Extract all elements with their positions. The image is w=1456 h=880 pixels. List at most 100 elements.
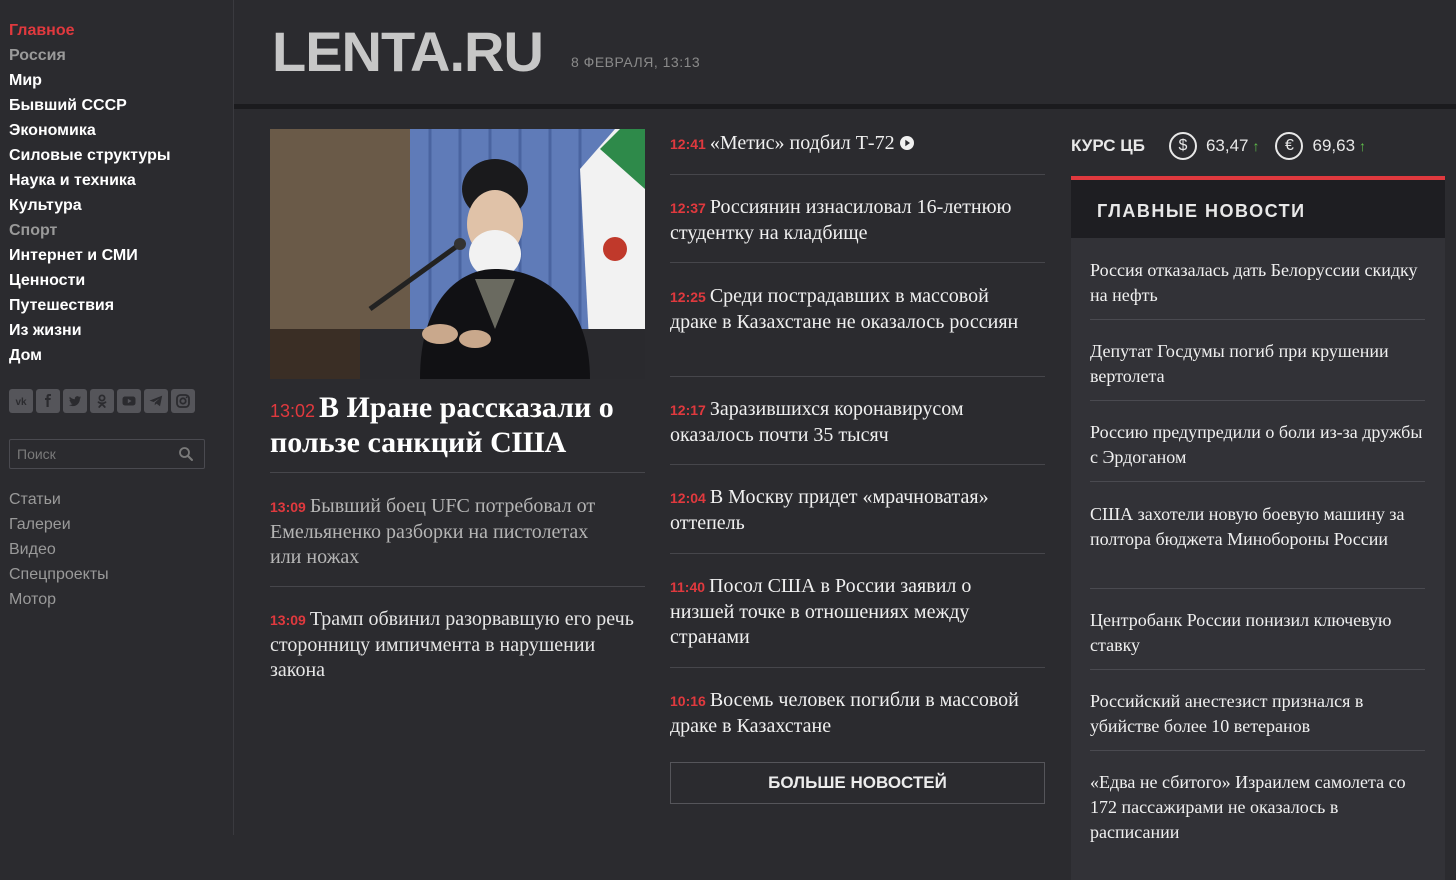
dollar-icon: $ <box>1168 132 1197 160</box>
lead-story-title: В Иране рассказали о пользе санкций США <box>270 391 614 459</box>
story-time: 13:09 <box>270 612 306 628</box>
news-feed-item[interactable]: 12:41 «Метис» подбил Т-72 <box>670 131 1030 157</box>
divider <box>670 553 1045 554</box>
nav-item-world[interactable]: Мир <box>9 68 171 93</box>
svg-text:vk: vk <box>15 397 27 408</box>
top-news-item[interactable]: Россия отказалась дать Белоруссии скидку… <box>1090 258 1425 308</box>
arrow-up-icon: ↑ <box>1359 138 1367 154</box>
news-time: 11:40 <box>670 579 706 595</box>
news-feed-item[interactable]: 11:40 Посол США в России заявил о низшей … <box>670 574 1030 650</box>
story-item[interactable]: 13:09 Бывший боец UFC потребовал от Емель… <box>270 494 615 570</box>
news-time: 12:41 <box>670 136 706 152</box>
eur-rate[interactable]: € 69,63 ↑ <box>1275 132 1366 160</box>
news-time: 10:16 <box>670 693 706 709</box>
instagram-icon[interactable] <box>171 389 195 413</box>
more-news-button[interactable]: БОЛЬШЕ НОВОСТЕЙ <box>670 762 1045 804</box>
usd-value: 63,47 <box>1205 136 1249 155</box>
news-feed-item[interactable]: 12:25 Среди пострадавших в массовой драке… <box>670 284 1030 335</box>
nav-item-sport[interactable]: Спорт <box>9 218 171 243</box>
top-news-panel: ГЛАВНЫЕ НОВОСТИ Россия отказалась дать Б… <box>1071 176 1445 880</box>
story-title: Трамп обвинил разорвавшую его речь сторо… <box>270 608 634 681</box>
news-time: 12:17 <box>670 402 706 418</box>
divider <box>670 376 1045 377</box>
divider <box>1090 588 1425 589</box>
news-title: Среди пострадавших в массовой драке в Ка… <box>670 285 1019 333</box>
top-news-item[interactable]: «Едва не сбитого» Израилем самолета со 1… <box>1090 770 1425 845</box>
divider <box>670 174 1045 175</box>
divider <box>1090 400 1425 401</box>
divider <box>270 586 645 587</box>
news-time: 12:25 <box>670 289 706 305</box>
sublink-galleries[interactable]: Галереи <box>9 512 109 537</box>
top-news-heading: ГЛАВНЫЕ НОВОСТИ <box>1071 180 1445 238</box>
news-feed-item[interactable]: 12:04 В Москву придет «мрачноватая» оттеп… <box>670 485 1030 536</box>
site-header: LENTA.RU 8 ФЕВРАЛЯ, 13:13 <box>234 0 1456 109</box>
video-play-icon <box>899 136 914 150</box>
euro-icon: € <box>1275 132 1304 160</box>
search-box <box>9 439 205 469</box>
top-news-item[interactable]: Центробанк России понизил ключевую ставк… <box>1090 608 1425 658</box>
telegram-icon[interactable] <box>144 389 168 413</box>
youtube-icon[interactable] <box>117 389 141 413</box>
divider <box>1090 750 1425 751</box>
nav-item-home[interactable]: Дом <box>9 343 171 368</box>
sublink-video[interactable]: Видео <box>9 537 109 562</box>
divider <box>670 464 1045 465</box>
top-news-item[interactable]: Россию предупредили о боли из-за дружбы … <box>1090 420 1425 470</box>
nav-item-security[interactable]: Силовые структуры <box>9 143 171 168</box>
news-title: Посол США в России заявил о низшей точке… <box>670 575 972 648</box>
header-date: 8 ФЕВРАЛЯ, 13:13 <box>571 54 701 70</box>
site-logo[interactable]: LENTA.RU <box>272 20 544 84</box>
news-feed-item[interactable]: 12:37 Россиянин изнасиловал 16-летнюю сту… <box>670 195 1030 246</box>
facebook-icon[interactable] <box>36 389 60 413</box>
divider <box>1090 319 1425 320</box>
vk-icon[interactable]: vk <box>9 389 33 413</box>
nav-item-science[interactable]: Наука и техника <box>9 168 171 193</box>
lead-story-photo[interactable] <box>270 129 645 379</box>
secondary-nav: Статьи Галереи Видео Спецпроекты Мотор <box>9 487 109 612</box>
nav-item-economy[interactable]: Экономика <box>9 118 171 143</box>
news-feed-item[interactable]: 10:16 Восемь человек погибли в массовой д… <box>670 688 1030 739</box>
nav-item-former-ussr[interactable]: Бывший СССР <box>9 93 171 118</box>
nav-item-russia[interactable]: Россия <box>9 43 171 68</box>
story-title: Бывший боец UFC потребовал от Емельяненк… <box>270 495 596 568</box>
lead-story-headline[interactable]: 13:02 В Иране рассказали о пользе санкций… <box>270 392 650 458</box>
currency-rates: КУРС ЦБ $ 63,47 ↑ € 69,63 ↑ <box>1071 130 1382 162</box>
news-time: 12:37 <box>670 200 706 216</box>
nav-item-travel[interactable]: Путешествия <box>9 293 171 318</box>
story-item[interactable]: 13:09 Трамп обвинил разорвавшую его речь … <box>270 607 640 683</box>
divider <box>670 667 1045 668</box>
nav-item-internet[interactable]: Интернет и СМИ <box>9 243 171 268</box>
arrow-up-icon: ↑ <box>1252 138 1260 154</box>
rates-label: КУРС ЦБ <box>1071 136 1145 155</box>
divider <box>670 262 1045 263</box>
nav-item-values[interactable]: Ценности <box>9 268 171 293</box>
top-news-item[interactable]: Депутат Госдумы погиб при крушении верто… <box>1090 339 1425 389</box>
sublink-motor[interactable]: Мотор <box>9 587 109 612</box>
eur-value: 69,63 <box>1312 136 1356 155</box>
news-title: Заразившихся коронавирусом оказалось поч… <box>670 398 964 446</box>
search-input[interactable] <box>10 440 182 468</box>
nav-item-main[interactable]: Главное <box>9 18 171 43</box>
top-news-item[interactable]: США захотели новую боевую машину за полт… <box>1090 502 1425 552</box>
twitter-icon[interactable] <box>63 389 87 413</box>
nav-item-life[interactable]: Из жизни <box>9 318 171 343</box>
news-title: Россиянин изнасиловал 16-летнюю студентк… <box>670 196 1012 244</box>
odnoklassniki-icon[interactable] <box>90 389 114 413</box>
sublink-specprojects[interactable]: Спецпроекты <box>9 562 109 587</box>
social-links: vk <box>9 389 195 413</box>
main-nav: Главное Россия Мир Бывший СССР Экономика… <box>9 18 171 368</box>
news-feed-item[interactable]: 12:17 Заразившихся коронавирусом оказалос… <box>670 397 1030 448</box>
news-title: В Москву придет «мрачноватая» оттепель <box>670 486 989 534</box>
divider <box>1090 669 1425 670</box>
sidebar: Главное Россия Мир Бывший СССР Экономика… <box>0 0 234 835</box>
story-time: 13:09 <box>270 499 306 515</box>
top-news-item[interactable]: Российский анестезист признался в убийст… <box>1090 689 1425 739</box>
nav-item-culture[interactable]: Культура <box>9 193 171 218</box>
search-icon[interactable] <box>178 446 194 462</box>
sublink-articles[interactable]: Статьи <box>9 487 109 512</box>
divider <box>270 472 645 473</box>
divider <box>1090 481 1425 482</box>
lead-story-time: 13:02 <box>270 401 316 421</box>
usd-rate[interactable]: $ 63,47 ↑ <box>1168 132 1260 160</box>
